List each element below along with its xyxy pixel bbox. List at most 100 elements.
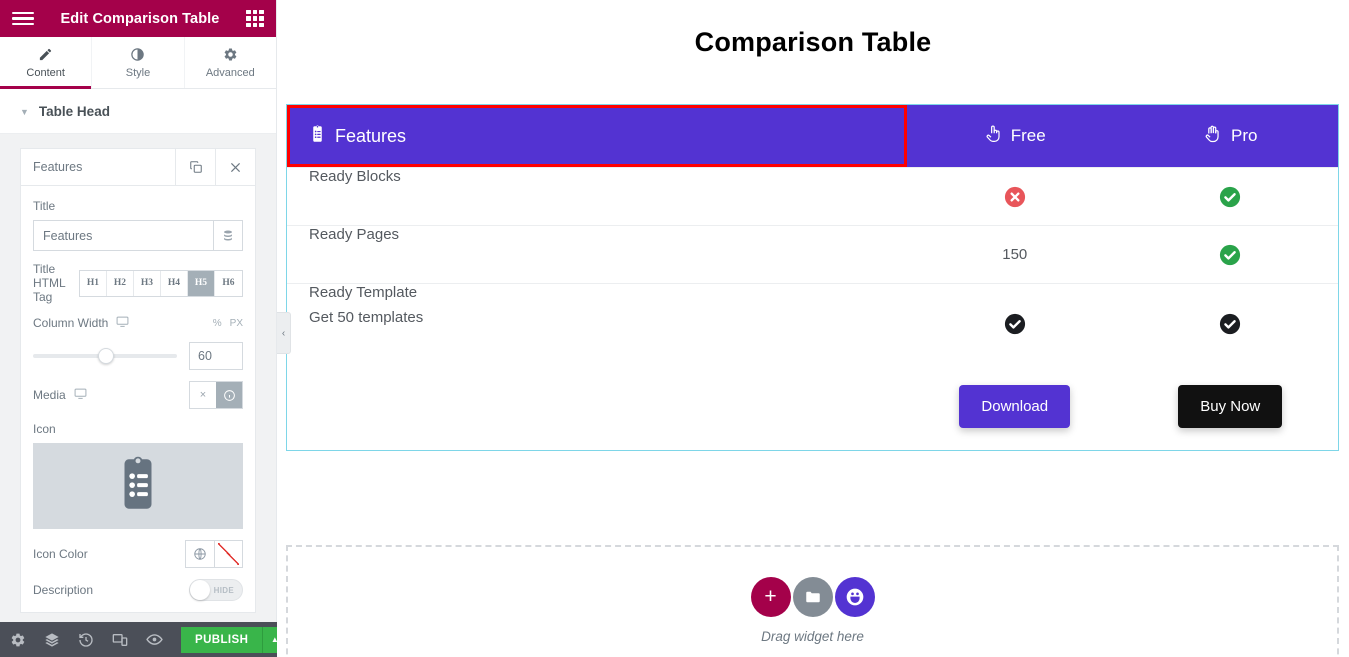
editor-panel: Edit Comparison Table Content Style	[0, 0, 277, 657]
globe-icon[interactable]	[186, 541, 214, 567]
elementor-blocks-icon[interactable]	[835, 577, 875, 617]
icon-label: Icon	[33, 422, 243, 436]
unit-custom[interactable]: %	[213, 318, 222, 329]
description-label: Description	[33, 583, 93, 597]
elementor-editor: Edit Comparison Table Content Style	[0, 0, 1349, 657]
dropzone-buttons: +	[751, 577, 875, 617]
column-width-units[interactable]: % PX	[213, 318, 243, 329]
desktop-icon[interactable]	[116, 315, 129, 331]
unit-px[interactable]: PX	[230, 318, 243, 329]
tab-advanced-label: Advanced	[206, 67, 255, 79]
no-color-swatch[interactable]	[214, 541, 242, 567]
media-choices[interactable]: ×	[189, 381, 243, 409]
close-icon[interactable]	[215, 149, 255, 185]
tab-advanced[interactable]: Advanced	[185, 37, 276, 88]
tag-option-h1[interactable]: H1	[80, 271, 107, 296]
responsive-mode-icon[interactable]	[112, 632, 128, 648]
clipboard-list-icon	[111, 454, 165, 519]
duplicate-icon[interactable]	[175, 149, 215, 185]
row-feature-description: Get 50 templates	[309, 309, 423, 326]
preview-eye-icon[interactable]	[146, 631, 163, 648]
row-pro-cell	[1123, 226, 1339, 283]
tab-style[interactable]: Style	[92, 37, 184, 88]
contrast-icon	[130, 47, 145, 62]
folder-template-icon[interactable]	[793, 577, 833, 617]
row-feature-label: Ready Pages	[309, 226, 399, 243]
row-pro-cell	[1123, 284, 1339, 363]
icon-color-controls[interactable]	[185, 540, 243, 568]
pointing-hand-icon	[984, 124, 1002, 149]
open-hand-icon	[1203, 124, 1222, 149]
panel-title: Edit Comparison Table	[34, 11, 246, 27]
grid-apps-icon[interactable]	[246, 10, 264, 28]
panel-header: Edit Comparison Table	[0, 0, 276, 37]
hamburger-icon[interactable]	[12, 12, 34, 26]
slider-knob[interactable]	[98, 348, 114, 364]
footer-pro-cell: Buy Now	[1123, 385, 1339, 428]
repeater-item-title[interactable]: Features	[21, 149, 175, 185]
tag-option-h5[interactable]: H5	[188, 271, 215, 296]
header-cell-free[interactable]: Free	[907, 105, 1123, 167]
footer-free-cell: Download	[907, 385, 1123, 428]
caret-down-icon: ▼	[20, 107, 29, 117]
check-circle-dark-icon	[1219, 313, 1241, 335]
row-feature-label: Ready Template	[309, 284, 417, 301]
row-feature-cell: Ready Pages	[287, 226, 907, 283]
row-feature-cell: Ready Template Get 50 templates	[287, 284, 907, 363]
title-html-tag-options[interactable]: H1 H2 H3 H4 H5 H6	[79, 270, 243, 297]
title-field[interactable]	[33, 220, 243, 251]
drag-widget-dropzone[interactable]: + Drag widget here	[286, 545, 1339, 657]
tab-style-label: Style	[126, 67, 150, 79]
media-none-option[interactable]: ×	[190, 382, 216, 408]
navigator-layers-icon[interactable]	[44, 632, 60, 648]
publish-button[interactable]: PUBLISH	[181, 627, 262, 653]
icon-preview[interactable]	[33, 443, 243, 529]
header-cell-pro[interactable]: Pro	[1123, 105, 1339, 167]
section-table-head[interactable]: ▼ Table Head	[0, 90, 276, 134]
pencil-icon	[38, 47, 53, 62]
add-widget-icon[interactable]: +	[751, 577, 791, 617]
check-circle-icon	[1219, 186, 1241, 208]
toggle-knob	[190, 580, 210, 600]
panel-collapse-handle[interactable]: ‹	[277, 312, 291, 354]
table-row: Ready Blocks	[287, 167, 1338, 225]
repeater-item-features: Features Title	[20, 148, 256, 613]
cross-circle-icon	[1004, 186, 1026, 208]
row-free-cell: 150	[907, 226, 1123, 283]
description-toggle[interactable]: HIDE	[189, 579, 243, 601]
tag-option-h3[interactable]: H3	[134, 271, 161, 296]
tag-option-h4[interactable]: H4	[161, 271, 188, 296]
row-free-cell	[907, 168, 1123, 225]
tab-content[interactable]: Content	[0, 37, 92, 88]
column-width-input[interactable]: 60	[189, 342, 243, 370]
icon-color-row: Icon Color	[33, 540, 243, 568]
title-input[interactable]	[34, 221, 213, 250]
column-width-slider[interactable]	[33, 348, 177, 364]
check-circle-icon	[1219, 244, 1241, 266]
desktop-icon[interactable]	[74, 387, 87, 403]
header-cell-features-label: Features	[335, 126, 406, 147]
column-width-slider-row: 60	[33, 342, 243, 370]
media-image-option[interactable]	[216, 382, 242, 408]
title-html-tag-row: Title HTML Tag H1 H2 H3 H4 H5 H6	[33, 262, 243, 304]
column-width-row: Column Width % PX	[33, 315, 243, 331]
check-circle-dark-icon	[1004, 313, 1026, 335]
publish-group: PUBLISH ▲	[181, 627, 286, 653]
header-cell-features[interactable]: Features	[287, 105, 907, 167]
comparison-table-widget[interactable]: Features Free	[286, 104, 1339, 451]
preview-canvas: Comparison Table Features	[277, 0, 1349, 657]
tag-option-h2[interactable]: H2	[107, 271, 134, 296]
tag-option-h6[interactable]: H6	[215, 271, 242, 296]
panel-content-scroll[interactable]: ▼ Table Head Features Title	[0, 90, 276, 622]
buy-now-button[interactable]: Buy Now	[1178, 385, 1282, 428]
history-icon[interactable]	[78, 632, 94, 648]
dynamic-tags-icon[interactable]	[213, 221, 242, 250]
settings-gear-icon[interactable]	[10, 632, 26, 648]
row-pro-cell	[1123, 168, 1339, 225]
table-row: Ready Template Get 50 templates	[287, 283, 1338, 363]
header-cell-pro-label: Pro	[1231, 126, 1257, 146]
media-label: Media	[33, 388, 66, 402]
item-controls: Title Title HTML Tag H1 H2 H3	[21, 199, 255, 601]
section-table-head-label: Table Head	[39, 104, 110, 119]
download-button[interactable]: Download	[959, 385, 1070, 428]
